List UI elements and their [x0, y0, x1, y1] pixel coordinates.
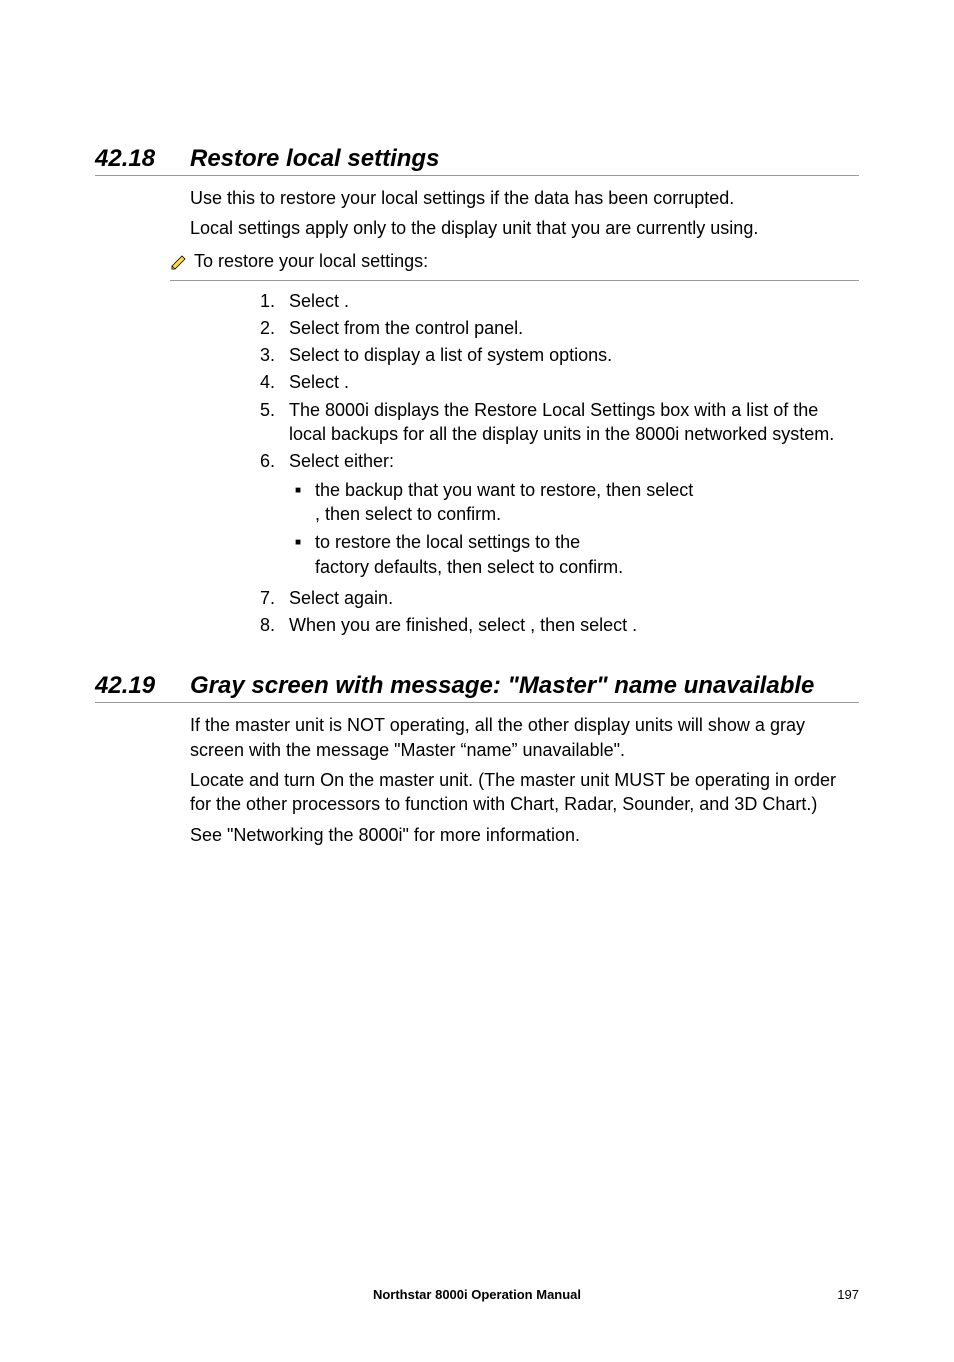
list-item: 5. The 8000i displays the Restore Local …	[245, 398, 859, 447]
list-item: 6. Select either: ■ the backup that you …	[245, 449, 859, 582]
list-number: 8.	[245, 613, 275, 637]
list-text: Select from the control panel.	[289, 316, 859, 340]
list-text: The 8000i displays the Restore Local Set…	[289, 398, 859, 447]
body-paragraph: Locate and turn On the master unit. (The…	[190, 768, 859, 817]
bullet-icon: ■	[289, 478, 307, 527]
bullet-text: to restore the local settings to the fac…	[315, 530, 859, 579]
body-paragraph: Use this to restore your local settings …	[190, 186, 859, 210]
body-paragraph: If the master unit is NOT operating, all…	[190, 713, 859, 762]
bullet-item: ■ to restore the local settings to the f…	[289, 530, 859, 579]
list-number: 3.	[245, 343, 275, 367]
procedure-heading-text: To restore your local settings:	[194, 251, 428, 272]
list-item: 4. Select .	[245, 370, 859, 394]
footer-title: Northstar 8000i Operation Manual	[0, 1287, 954, 1302]
list-text: When you are finished, select , then sel…	[289, 613, 859, 637]
list-text: Select either: ■ the backup that you wan…	[289, 449, 859, 582]
list-text: Select to display a list of system optio…	[289, 343, 859, 367]
section-title: Restore local settings	[190, 145, 439, 173]
list-number: 4.	[245, 370, 275, 394]
list-item: 3. Select to display a list of system op…	[245, 343, 859, 367]
section-heading: 42.19 Gray screen with message: "Master"…	[95, 672, 859, 703]
list-number: 2.	[245, 316, 275, 340]
body-paragraph: Local settings apply only to the display…	[190, 216, 859, 240]
list-item: 1. Select .	[245, 289, 859, 313]
section-title: Gray screen with message: "Master" name …	[190, 672, 814, 700]
bullet-text: the backup that you want to restore, the…	[315, 478, 859, 527]
section-number: 42.19	[95, 672, 190, 700]
list-number: 6.	[245, 449, 275, 582]
list-text: Select again.	[289, 586, 859, 610]
bullet-list: ■ the backup that you want to restore, t…	[289, 478, 859, 579]
section-number: 42.18	[95, 145, 190, 173]
procedure-heading: To restore your local settings:	[170, 251, 859, 281]
body-paragraph: See "Networking the 8000i" for more info…	[190, 823, 859, 847]
list-item: 8. When you are finished, select , then …	[245, 613, 859, 637]
list-number: 1.	[245, 289, 275, 313]
ordered-list: 1. Select . 2. Select from the control p…	[245, 289, 859, 638]
list-text: Select .	[289, 289, 859, 313]
list-text: Select .	[289, 370, 859, 394]
list-number: 7.	[245, 586, 275, 610]
list-item: 7. Select again.	[245, 586, 859, 610]
section-heading: 42.18 Restore local settings	[95, 145, 859, 176]
bullet-item: ■ the backup that you want to restore, t…	[289, 478, 859, 527]
bullet-icon: ■	[289, 530, 307, 579]
pencil-icon	[170, 253, 190, 276]
list-number: 5.	[245, 398, 275, 447]
page-number: 197	[837, 1287, 859, 1302]
list-item: 2. Select from the control panel.	[245, 316, 859, 340]
